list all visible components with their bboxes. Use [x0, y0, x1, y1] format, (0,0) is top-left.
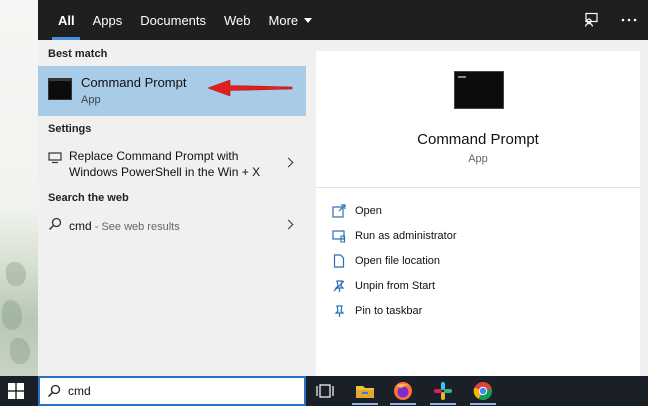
tab-label: Apps [92, 12, 123, 28]
best-match-result[interactable]: Command Prompt App [38, 66, 306, 116]
section-best-match: Best match [48, 48, 108, 60]
wallpaper-leaf [6, 262, 26, 286]
feedback-icon[interactable] [572, 0, 610, 40]
command-prompt-large-icon [454, 71, 504, 109]
wallpaper-leaf [10, 338, 30, 364]
tab-web[interactable]: Web [215, 0, 260, 40]
search-panel: All Apps Documents Web More Best match C… [38, 0, 648, 376]
tab-more[interactable]: More [260, 0, 322, 40]
settings-result-line1: Replace Command Prompt with [69, 149, 239, 163]
search-tabs-bar: All Apps Documents Web More [38, 0, 648, 40]
action-pin-to-taskbar[interactable]: Pin to taskbar [332, 301, 422, 321]
shield-icon [332, 230, 346, 243]
search-input[interactable] [68, 383, 288, 399]
divider [316, 187, 640, 188]
pin-icon [334, 305, 345, 317]
top-right-icons [572, 0, 648, 40]
file-explorer-icon[interactable] [354, 380, 376, 402]
tab-all[interactable]: All [38, 0, 84, 40]
web-search-result[interactable]: cmd - See web results [38, 212, 306, 238]
firefox-icon[interactable] [392, 380, 414, 402]
preview-pane: Command Prompt App Open Run as administr… [316, 51, 640, 376]
settings-display-icon [48, 152, 62, 164]
section-settings: Settings [48, 123, 92, 135]
caret-down-icon [304, 17, 313, 23]
file-location-icon [333, 254, 345, 268]
red-arrow-annotation [207, 79, 293, 97]
tab-label: Documents [140, 12, 207, 28]
chevron-right-icon [283, 219, 294, 230]
settings-result-line2: Windows PowerShell in the Win + X [69, 165, 261, 179]
web-suffix: - See web results [91, 221, 180, 233]
settings-result[interactable]: Replace Command Prompt with Windows Powe… [38, 144, 306, 186]
search-icon [47, 384, 61, 398]
running-indicator [352, 403, 378, 405]
running-indicator [470, 403, 496, 405]
action-label: Run as administrator [355, 230, 457, 242]
slack-icon[interactable] [432, 380, 454, 402]
action-label: Open file location [355, 255, 440, 267]
running-indicator [430, 403, 456, 405]
start-icon[interactable] [8, 383, 24, 399]
tab-documents[interactable]: Documents [131, 0, 215, 40]
action-open-file-location[interactable]: Open file location [332, 251, 440, 271]
action-run-as-administrator[interactable]: Run as administrator [332, 226, 457, 246]
tab-label: All [58, 12, 75, 28]
taskbar-search-box[interactable] [38, 376, 306, 406]
action-label: Open [355, 205, 382, 217]
tab-label: Web [224, 12, 251, 28]
chevron-right-icon [283, 157, 294, 168]
search-icon [48, 217, 62, 231]
result-title: Command Prompt [81, 75, 187, 90]
taskbar [0, 376, 648, 406]
action-label: Pin to taskbar [355, 305, 423, 317]
preview-subtitle: App [468, 153, 488, 165]
results-list: Best match Command Prompt App Settings R… [38, 40, 306, 376]
preview-title: Command Prompt [417, 131, 539, 148]
open-icon [332, 204, 346, 218]
result-subtitle: App [81, 94, 101, 106]
web-query: cmd [69, 219, 92, 233]
chrome-icon[interactable] [472, 380, 494, 402]
tab-apps[interactable]: Apps [84, 0, 132, 40]
more-options-icon[interactable] [610, 0, 648, 40]
action-label: Unpin from Start [355, 280, 436, 292]
running-indicator [390, 403, 416, 405]
unpin-icon [333, 280, 345, 292]
tab-label: More [268, 12, 299, 28]
command-prompt-icon [48, 78, 72, 100]
wallpaper-leaf [2, 300, 22, 330]
action-open[interactable]: Open [332, 201, 382, 221]
section-search-web: Search the web [48, 192, 129, 204]
action-unpin-from-start[interactable]: Unpin from Start [332, 276, 435, 296]
desktop-background [0, 0, 38, 376]
task-view-icon[interactable] [314, 380, 336, 402]
